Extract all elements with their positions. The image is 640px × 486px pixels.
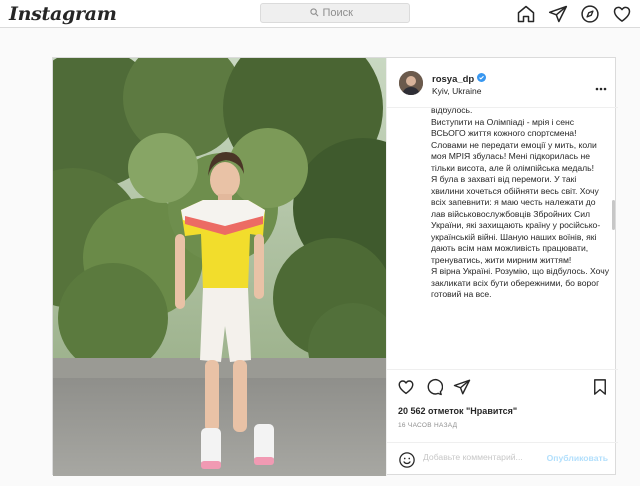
explore-icon[interactable]: [580, 4, 600, 24]
search-icon: [309, 4, 319, 22]
avatar[interactable]: [399, 71, 423, 95]
like-heart-icon[interactable]: [397, 378, 415, 396]
instagram-logo[interactable]: Instagram: [9, 3, 117, 25]
nav-icons: [516, 4, 632, 24]
heart-icon[interactable]: [612, 4, 632, 24]
comment-icon[interactable]: [425, 378, 443, 396]
post-card: rosya_dp Kyiv, Ukraine відбулось. Виступ…: [52, 57, 618, 476]
verified-badge-icon: [477, 73, 487, 85]
emoji-icon[interactable]: [398, 451, 416, 469]
top-navigation-bar: Instagram: [0, 0, 640, 28]
home-icon[interactable]: [516, 4, 536, 24]
post-sidebar: rosya_dp Kyiv, Ukraine відбулось. Виступ…: [386, 58, 618, 476]
likes-count[interactable]: 20 562 отметок "Нравится": [398, 406, 517, 416]
username[interactable]: rosya_dp: [432, 74, 474, 85]
username-row: rosya_dp: [432, 73, 487, 85]
post-photo[interactable]: [53, 58, 386, 476]
comment-input[interactable]: [423, 452, 541, 462]
direct-icon[interactable]: [548, 4, 568, 24]
post-timestamp[interactable]: 16 ЧАСОВ НАЗАД: [398, 422, 457, 429]
caption-scroll-area[interactable]: відбулось. Виступити на Олімпіаді - мрія…: [387, 108, 618, 370]
more-options-icon[interactable]: [595, 78, 607, 96]
search-input[interactable]: [322, 7, 361, 19]
comment-form: Опубликовать: [387, 442, 618, 476]
share-icon[interactable]: [453, 378, 471, 396]
search-box[interactable]: [260, 3, 410, 23]
publish-comment-button[interactable]: Опубликовать: [547, 453, 608, 463]
post-header: rosya_dp Kyiv, Ukraine: [387, 58, 618, 108]
bookmark-icon[interactable]: [591, 378, 609, 396]
post-actions: [397, 378, 609, 398]
post-location[interactable]: Kyiv, Ukraine: [432, 86, 481, 96]
caption-scrollbar[interactable]: [612, 200, 615, 230]
caption-text: відбулось. Виступити на Олімпіаді - мрія…: [431, 108, 610, 299]
